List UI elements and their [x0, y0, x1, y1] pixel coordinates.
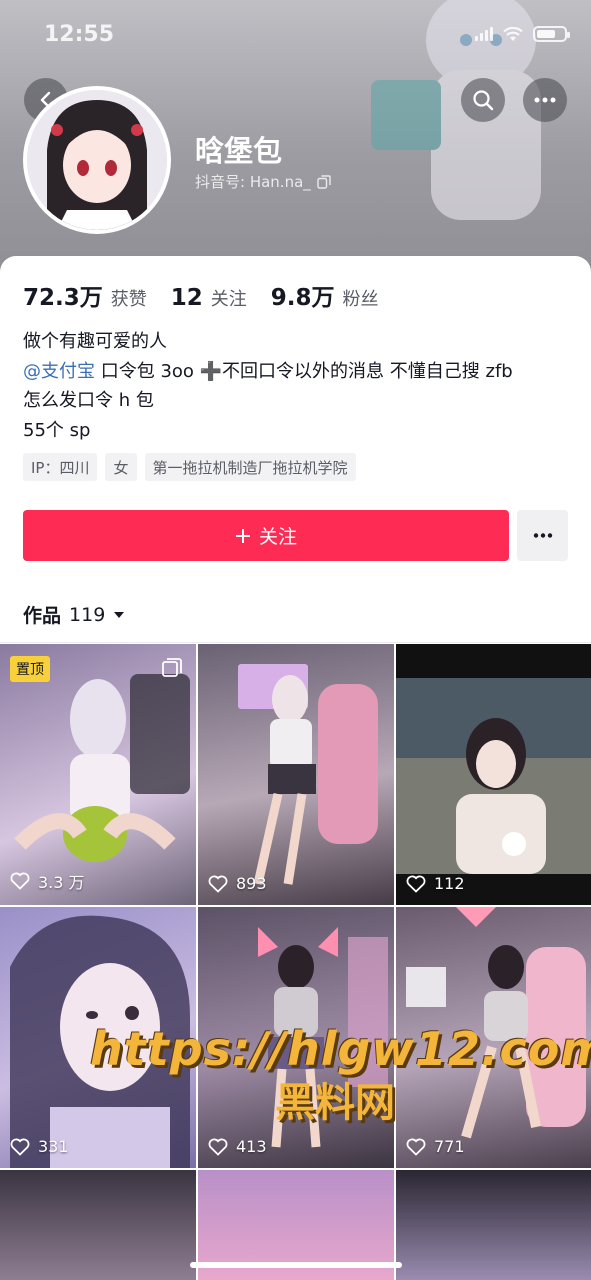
stat-number: 72.3万 [23, 285, 103, 311]
bio-mention-link[interactable]: @支付宝 [23, 361, 95, 382]
like-number: 771 [434, 1137, 465, 1156]
profile-tags: IP：四川 女 第一拖拉机制造厂拖拉机学院 [23, 453, 356, 481]
thumbnail-image [238, 664, 378, 885]
stat-label: 粉丝 [342, 289, 379, 310]
heart-icon [208, 875, 228, 893]
like-count: 893 [208, 874, 267, 893]
like-count: 112 [406, 874, 465, 893]
stat-label: 获赞 [110, 289, 147, 310]
stats-row: 72.3万 获赞 12 关注 9.8万 粉丝 [23, 278, 379, 312]
stat-number: 12 [170, 285, 203, 311]
tag-school[interactable]: 第一拖拉机制造厂拖拉机学院 [144, 453, 356, 481]
bio: 做个有趣可爱的人 @支付宝 口令包 3oo ➕不回口令以外的消息 不懂自己搜 z… [23, 327, 513, 445]
follow-label: 关注 [258, 526, 297, 548]
status-bar: 12:55 [0, 0, 591, 70]
heart-icon [406, 1138, 426, 1156]
video-thumbnail[interactable] [0, 1170, 196, 1280]
video-thumbnail[interactable] [396, 1170, 591, 1280]
video-thumbnail[interactable]: 112 [396, 644, 591, 905]
tag-gender: 女 [105, 453, 137, 481]
thumbnail-image [258, 927, 388, 1148]
bio-line: 55个 sp [23, 419, 91, 441]
thumbnail-image [406, 907, 586, 1139]
like-count: 3.3 万 [10, 869, 85, 893]
thumbnail-image [14, 674, 190, 862]
video-thumbnail[interactable]: 413 [198, 907, 394, 1168]
search-button[interactable] [461, 78, 505, 122]
plus-icon [235, 528, 250, 543]
like-number: 331 [38, 1137, 69, 1156]
heart-icon [10, 872, 30, 890]
stat-number: 9.8万 [270, 285, 335, 311]
like-number: 893 [236, 874, 267, 893]
avatar-illustration [27, 90, 167, 230]
like-number: 112 [434, 874, 465, 893]
heart-icon [208, 1138, 228, 1156]
like-count: 413 [208, 1137, 267, 1156]
wifi-icon [503, 26, 523, 41]
pinned-badge: 置顶 [10, 656, 50, 682]
avatar[interactable] [23, 86, 171, 234]
copy-icon[interactable] [317, 174, 331, 189]
tab-works[interactable]: 作品 119 [23, 601, 125, 628]
video-thumbnail[interactable]: 893 [198, 644, 394, 905]
like-count: 331 [10, 1137, 69, 1156]
thumbnail-image [396, 678, 591, 874]
bio-line: @支付宝 口令包 3oo ➕不回口令以外的消息 不懂自己搜 zfb [23, 357, 513, 387]
stat-followers[interactable]: 9.8万 粉丝 [271, 278, 379, 312]
douyin-id-row[interactable]: 抖音号: Han.na_ [195, 171, 331, 192]
more-options-button[interactable] [523, 78, 567, 122]
follow-button[interactable]: 关注 [23, 510, 509, 561]
multi-image-icon [162, 658, 182, 677]
like-number: 413 [236, 1137, 267, 1156]
like-count: 771 [406, 1137, 465, 1156]
works-count: 119 [69, 603, 106, 626]
like-number: 3.3 万 [38, 873, 85, 892]
stat-likes[interactable]: 72.3万 获赞 [23, 278, 147, 312]
stat-following[interactable]: 12 关注 [171, 285, 247, 311]
bio-line: 怎么发口令 h 包 [23, 390, 154, 411]
stat-label: 关注 [210, 289, 247, 310]
divider [0, 642, 591, 643]
home-indicator[interactable] [190, 1262, 402, 1268]
video-thumbnail[interactable]: 771 [396, 907, 591, 1168]
video-thumbnail[interactable]: 置顶 3.3 万 [0, 644, 196, 905]
more-dots-icon [534, 97, 556, 103]
search-icon [473, 90, 494, 111]
heart-icon [10, 1138, 30, 1156]
works-label: 作品 [23, 605, 62, 627]
bio-text: 口令包 3oo ➕不回口令以外的消息 不懂自己搜 zfb [95, 360, 513, 382]
heart-icon [406, 875, 426, 893]
nickname: 晗堡包 [195, 134, 283, 168]
thumbnail-image [10, 915, 190, 1168]
follow-more-button[interactable] [517, 510, 568, 561]
battery-icon [533, 26, 570, 42]
signal-icon [475, 27, 493, 41]
bio-line: 做个有趣可爱的人 [23, 331, 167, 352]
more-dots-icon [533, 533, 552, 538]
video-thumbnail[interactable]: 331 [0, 907, 196, 1168]
tag-ip: IP：四川 [23, 453, 98, 481]
caret-down-icon [114, 611, 125, 618]
status-time: 12:55 [44, 22, 115, 47]
douyin-id: 抖音号: Han.na_ [195, 173, 311, 191]
